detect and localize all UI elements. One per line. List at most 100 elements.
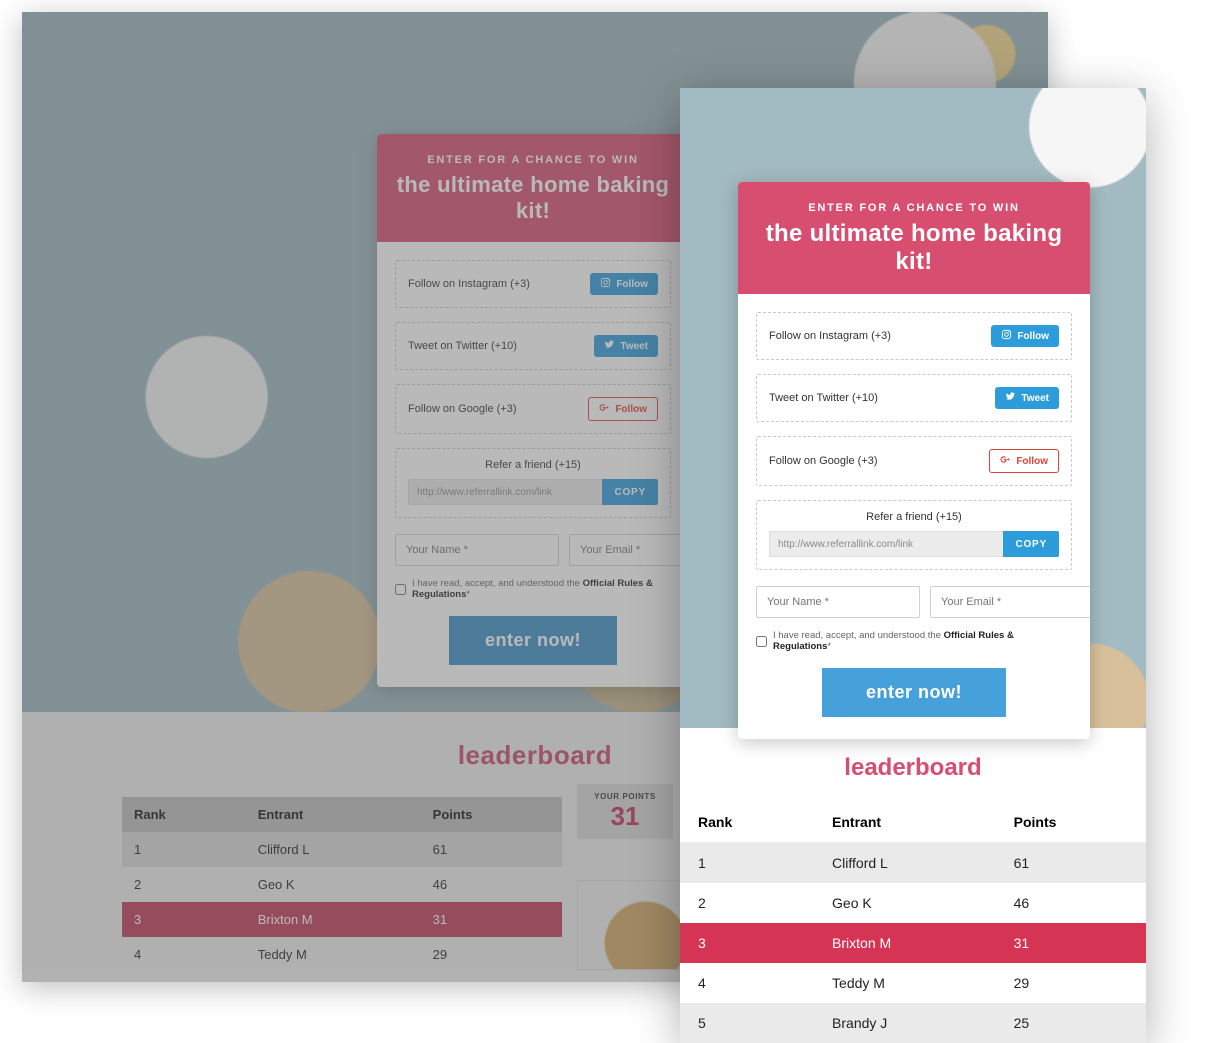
col-points: Points xyxy=(421,797,562,832)
pill-label: Tweet xyxy=(1021,393,1049,404)
twitter-icon xyxy=(604,339,615,353)
card-title: the ultimate home baking kit! xyxy=(754,220,1074,276)
card-header: ENTER FOR A CHANCE TO WIN the ultimate h… xyxy=(377,134,689,242)
email-field[interactable] xyxy=(930,586,1090,618)
refer-friend-box: Refer a friend (+15) COPY xyxy=(395,448,671,518)
table-row: 1Clifford L61 xyxy=(122,832,562,867)
cell-rank: 2 xyxy=(680,883,814,923)
card-body: Follow on Instagram (+3) Follow Tweet on… xyxy=(377,242,689,687)
cell-rank: 2 xyxy=(122,867,246,902)
cell-points: 25 xyxy=(996,1003,1146,1043)
cell-points: 61 xyxy=(996,843,1146,884)
twitter-icon xyxy=(1005,391,1016,405)
cell-rank: 4 xyxy=(122,937,246,972)
copy-link-button[interactable]: COPY xyxy=(602,479,658,505)
table-row: 2Geo K46 xyxy=(680,883,1146,923)
follow-instagram-button[interactable]: Follow xyxy=(590,273,658,295)
table-row: 2Geo K46 xyxy=(122,867,562,902)
referral-link-input[interactable] xyxy=(408,479,602,505)
action-twitter: Tweet on Twitter (+10) Tweet xyxy=(756,374,1072,422)
col-entrant: Entrant xyxy=(814,802,996,843)
cell-rank: 1 xyxy=(122,832,246,867)
cell-rank: 5 xyxy=(680,1003,814,1043)
follow-google-button[interactable]: Follow xyxy=(989,449,1059,473)
action-label: Tweet on Twitter (+10) xyxy=(408,340,517,352)
leaderboard-table: Rank Entrant Points 1Clifford L612Geo K4… xyxy=(680,802,1146,1043)
card-title: the ultimate home baking kit! xyxy=(393,172,673,224)
google-plus-icon xyxy=(599,402,610,416)
consent-row[interactable]: I have read, accept, and understood the … xyxy=(395,578,671,600)
table-row: 5Brandy J25 xyxy=(680,1003,1146,1043)
cell-points: 31 xyxy=(996,923,1146,963)
pill-label: Follow xyxy=(616,279,648,290)
mobile-preview: ENTER FOR A CHANCE TO WIN the ultimate h… xyxy=(680,88,1146,1043)
cell-rank: 1 xyxy=(680,843,814,884)
your-points-card: YOUR POINTS 31 xyxy=(577,784,673,839)
entry-card: ENTER FOR A CHANCE TO WIN the ultimate h… xyxy=(377,134,689,687)
action-instagram: Follow on Instagram (+3) Follow xyxy=(756,312,1072,360)
enter-now-button[interactable]: enter now! xyxy=(822,668,1006,717)
action-google: Follow on Google (+3) Follow xyxy=(395,384,671,434)
action-label: Tweet on Twitter (+10) xyxy=(769,392,878,404)
card-header: ENTER FOR A CHANCE TO WIN the ultimate h… xyxy=(738,182,1090,294)
cell-entrant: Brixton M xyxy=(246,902,421,937)
action-label: Follow on Instagram (+3) xyxy=(408,278,530,290)
instagram-icon xyxy=(1001,329,1012,343)
cell-rank: 3 xyxy=(122,902,246,937)
pill-label: Follow xyxy=(1016,456,1048,467)
referral-link-input[interactable] xyxy=(769,531,1003,557)
action-instagram: Follow on Instagram (+3) Follow xyxy=(395,260,671,308)
entry-card: ENTER FOR A CHANCE TO WIN the ultimate h… xyxy=(738,182,1090,739)
cell-entrant: Geo K xyxy=(246,867,421,902)
consent-prefix: I have read, accept, and understood the xyxy=(773,630,941,641)
tweet-button[interactable]: Tweet xyxy=(594,335,658,357)
leaderboard-table: Rank Entrant Points 1Clifford L612Geo K4… xyxy=(122,797,562,972)
consent-suffix: * xyxy=(827,641,831,652)
action-label: Follow on Google (+3) xyxy=(769,455,878,467)
action-twitter: Tweet on Twitter (+10) Tweet xyxy=(395,322,671,370)
enter-now-button[interactable]: enter now! xyxy=(449,616,617,665)
hero-background: ENTER FOR A CHANCE TO WIN the ultimate h… xyxy=(680,88,1146,728)
action-label: Follow on Instagram (+3) xyxy=(769,330,891,342)
cell-entrant: Brandy J xyxy=(814,1003,996,1043)
table-row: 4Teddy M29 xyxy=(680,963,1146,1003)
email-field[interactable] xyxy=(569,534,689,566)
follow-instagram-button[interactable]: Follow xyxy=(991,325,1059,347)
table-row: 4Teddy M29 xyxy=(122,937,562,972)
refer-title: Refer a friend (+15) xyxy=(408,459,658,471)
col-points: Points xyxy=(996,802,1146,843)
cell-entrant: Teddy M xyxy=(246,937,421,972)
refer-title: Refer a friend (+15) xyxy=(769,511,1059,523)
cell-rank: 4 xyxy=(680,963,814,1003)
name-field[interactable] xyxy=(756,586,920,618)
consent-prefix: I have read, accept, and understood the xyxy=(412,578,580,589)
table-row: 3Brixton M31 xyxy=(122,902,562,937)
your-points-value: 31 xyxy=(577,803,673,829)
cell-points: 61 xyxy=(421,832,562,867)
tweet-button[interactable]: Tweet xyxy=(995,387,1059,409)
cell-entrant: Geo K xyxy=(814,883,996,923)
cell-entrant: Teddy M xyxy=(814,963,996,1003)
consent-checkbox[interactable] xyxy=(756,636,767,647)
cell-points: 29 xyxy=(421,937,562,972)
table-row: 1Clifford L61 xyxy=(680,843,1146,884)
card-eyebrow: ENTER FOR A CHANCE TO WIN xyxy=(393,154,673,166)
col-entrant: Entrant xyxy=(246,797,421,832)
pill-label: Follow xyxy=(1017,331,1049,342)
col-rank: Rank xyxy=(680,802,814,843)
cell-entrant: Brixton M xyxy=(814,923,996,963)
consent-checkbox[interactable] xyxy=(395,584,406,595)
consent-row[interactable]: I have read, accept, and understood the … xyxy=(756,630,1072,652)
cell-points: 31 xyxy=(421,902,562,937)
action-google: Follow on Google (+3) Follow xyxy=(756,436,1072,486)
name-field[interactable] xyxy=(395,534,559,566)
cell-entrant: Clifford L xyxy=(814,843,996,884)
google-plus-icon xyxy=(1000,454,1011,468)
follow-google-button[interactable]: Follow xyxy=(588,397,658,421)
card-body: Follow on Instagram (+3) Follow Tweet on… xyxy=(738,294,1090,739)
your-points-label: YOUR POINTS xyxy=(577,792,673,801)
leaderboard-title: leaderboard xyxy=(680,754,1146,782)
leaderboard-section: leaderboard Rank Entrant Points 1Cliffor… xyxy=(680,728,1146,1043)
copy-link-button[interactable]: COPY xyxy=(1003,531,1059,557)
cell-points: 46 xyxy=(996,883,1146,923)
